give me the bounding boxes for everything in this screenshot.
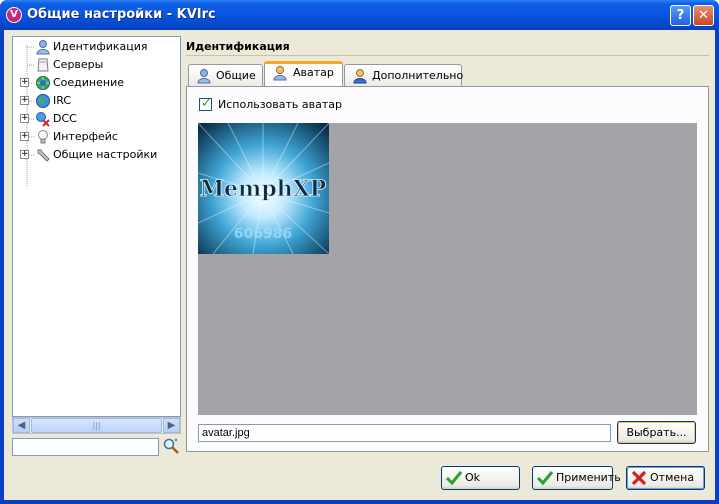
use-avatar-checkbox[interactable]: ✓ (199, 96, 212, 111)
connection-icon (36, 76, 50, 90)
tree-item-label: Серверы (53, 58, 104, 71)
ok-button[interactable]: Ok (441, 466, 520, 490)
cancel-x-icon (631, 470, 647, 486)
tree-item-dcc[interactable]: + DCC (13, 110, 180, 128)
tab-general[interactable]: Общие (188, 64, 263, 86)
close-button[interactable]: ✕ (693, 5, 714, 26)
scroll-thumb[interactable]: ||| (31, 418, 162, 433)
section-title: Идентификация (186, 40, 290, 53)
section-divider (186, 55, 709, 56)
tree-item-connection[interactable]: + Соединение (13, 74, 180, 92)
irc-globe-icon (36, 94, 50, 108)
user-icon (197, 69, 211, 84)
expand-icon[interactable]: + (20, 132, 29, 141)
window-title: Общие настройки - KVIrc (27, 7, 216, 22)
apply-button[interactable]: Применить (532, 466, 621, 490)
info-user-icon (353, 69, 367, 84)
tree-item-interface[interactable]: + Интерфейс (13, 128, 180, 146)
ok-button-label: Ok (465, 471, 481, 484)
search-icon[interactable] (162, 437, 181, 456)
tab-avatar[interactable]: Аватар (264, 61, 343, 86)
expand-icon[interactable]: + (20, 96, 29, 105)
tab-label: Дополнительно (372, 69, 464, 82)
avatar-user-icon (273, 66, 287, 81)
tree-item-identification[interactable]: Идентификация (13, 38, 180, 56)
tab-label: Аватар (293, 66, 334, 79)
avatar-file-input[interactable] (198, 424, 611, 442)
check-icon (445, 471, 463, 486)
cancel-button[interactable]: Отмена (626, 466, 705, 490)
choose-file-button[interactable]: Выбрать... (617, 421, 696, 444)
avatar-image-text: MemphXP (200, 176, 327, 202)
expand-icon[interactable]: + (20, 78, 29, 87)
settings-tree[interactable]: Идентификация Серверы + Соединение + IRC… (12, 36, 181, 417)
tree-item-servers[interactable]: Серверы (13, 56, 180, 74)
tree-item-label: DCC (53, 112, 77, 125)
expand-icon[interactable]: + (20, 114, 29, 123)
settings-window: V Общие настройки - KVIrc ? ✕ Идентифика… (0, 0, 719, 504)
wrench-icon (37, 149, 50, 162)
apply-button-label: Применить (556, 471, 621, 484)
tree-horizontal-scrollbar[interactable]: ◀ ||| ▶ (12, 417, 181, 434)
checkmark-icon: ✓ (201, 96, 212, 111)
dialog-client-area: Идентификация Серверы + Соединение + IRC… (4, 30, 715, 500)
tree-item-general-settings[interactable]: + Общие настройки (13, 146, 180, 164)
avatar-image-number: 606986 (234, 226, 292, 242)
tree-item-label: IRC (53, 94, 72, 107)
use-avatar-label[interactable]: Использовать аватар (218, 98, 342, 111)
expand-icon[interactable]: + (20, 150, 29, 159)
tab-label: Общие (216, 69, 256, 82)
check-icon (536, 471, 554, 486)
avatar-image: MemphXP 606986 (198, 123, 329, 254)
help-button[interactable]: ? (670, 5, 691, 26)
user-icon (36, 40, 50, 55)
tree-search-input[interactable] (12, 438, 159, 456)
server-icon (37, 58, 49, 72)
tree-item-label: Общие настройки (53, 148, 158, 161)
scroll-left-button[interactable]: ◀ (13, 418, 30, 433)
kvirc-app-icon: V (6, 7, 22, 23)
tree-item-label: Интерфейс (53, 130, 118, 143)
tree-item-label: Идентификация (53, 40, 148, 53)
dcc-icon (36, 112, 50, 127)
title-bar[interactable]: V Общие настройки - KVIrc ? ✕ (0, 0, 719, 30)
avatar-tab-pane: ✓ Использовать аватар MemphXP 606986 ava… (186, 86, 709, 452)
scroll-right-button[interactable]: ▶ (163, 418, 180, 433)
cancel-button-label: Отмена (650, 471, 695, 484)
lightbulb-icon (38, 130, 48, 144)
tree-item-irc[interactable]: + IRC (13, 92, 180, 110)
avatar-preview-area: MemphXP 606986 (198, 123, 697, 415)
tab-additional[interactable]: Дополнительно (344, 64, 464, 86)
tree-item-label: Соединение (53, 76, 125, 89)
